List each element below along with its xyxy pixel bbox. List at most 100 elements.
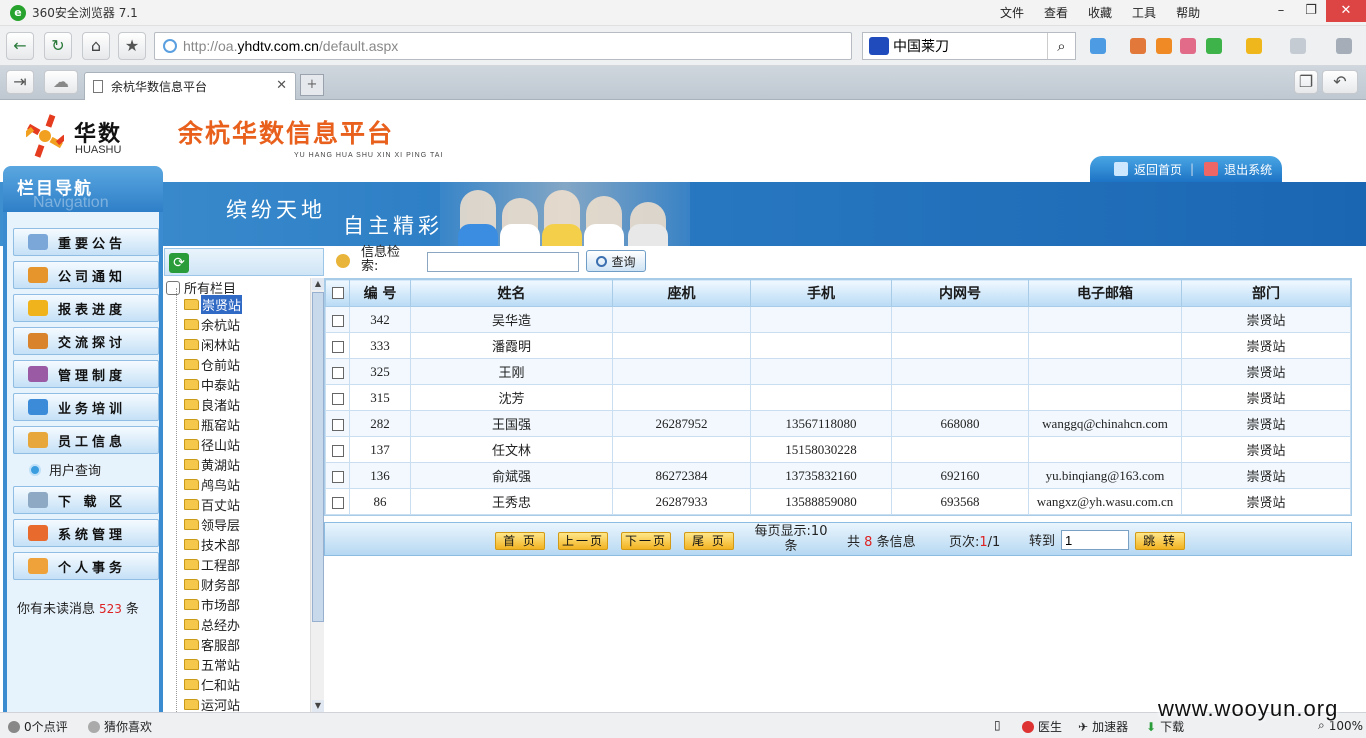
- menu-file[interactable]: 文件: [1000, 4, 1024, 21]
- table-row[interactable]: 86 王秀忠 26287933 13588859080 693568 wangx…: [325, 488, 1351, 515]
- home-icon[interactable]: ⌂: [82, 32, 110, 60]
- row-checkbox[interactable]: [325, 488, 350, 515]
- browser-search-query[interactable]: 中国莱刀: [893, 36, 949, 56]
- cell-name[interactable]: 吴华造: [410, 306, 613, 333]
- cell-name[interactable]: 沈芳: [410, 384, 613, 411]
- tree-node[interactable]: 运河站: [184, 694, 240, 712]
- browser-search-icon[interactable]: ⌕: [1047, 33, 1075, 59]
- cell-name[interactable]: 王刚: [410, 358, 613, 385]
- status-guess[interactable]: 猜你喜欢: [88, 718, 152, 735]
- table-row[interactable]: 136 俞斌强 86272384 13735832160 692160 yu.b…: [325, 462, 1351, 489]
- tree-node[interactable]: 财务部: [184, 574, 240, 594]
- tree-node[interactable]: 工程部: [184, 554, 240, 574]
- tree-node[interactable]: 仓前站: [184, 354, 240, 374]
- tabs-overview-icon[interactable]: ❐: [1294, 70, 1318, 94]
- unread-count[interactable]: 523: [99, 602, 122, 616]
- select-all-checkbox[interactable]: [325, 279, 350, 307]
- prev-page-button[interactable]: 上一页: [558, 532, 608, 550]
- calendar-icon[interactable]: [1130, 38, 1146, 54]
- nav-item-regulations[interactable]: 管理制度: [13, 360, 159, 388]
- flight-icon[interactable]: [1156, 38, 1172, 54]
- tree-node[interactable]: 黄湖站: [184, 454, 240, 474]
- sidebar-toggle-icon[interactable]: ⇥: [6, 70, 34, 94]
- nav-item-notices[interactable]: 公司通知: [13, 261, 159, 289]
- row-checkbox[interactable]: [325, 332, 350, 359]
- home-page-icon[interactable]: [1114, 162, 1128, 176]
- home-link[interactable]: 返回首页: [1134, 161, 1182, 178]
- tree-node[interactable]: 中泰站: [184, 374, 240, 394]
- unread-messages[interactable]: 你有未读消息 523 条: [17, 598, 139, 617]
- address-bar[interactable]: http://oa.yhdtv.com.cn/default.aspx: [154, 32, 852, 60]
- nav-item-training[interactable]: 业务培训: [13, 393, 159, 421]
- mail-icon[interactable]: [1180, 38, 1196, 54]
- status-accelerator[interactable]: ✈ 加速器: [1078, 718, 1128, 735]
- nav-item-discussion[interactable]: 交流探讨: [13, 327, 159, 355]
- first-page-button[interactable]: 首 页: [495, 532, 545, 550]
- last-page-button[interactable]: 尾 页: [684, 532, 734, 550]
- search-input[interactable]: [427, 252, 579, 272]
- row-checkbox[interactable]: [325, 462, 350, 489]
- column-header[interactable]: 手机: [750, 279, 892, 307]
- close-window-icon[interactable]: ✕: [1326, 0, 1366, 22]
- menu-tools[interactable]: 工具: [1132, 4, 1156, 21]
- tree-node[interactable]: 客服部: [184, 634, 240, 654]
- shield-icon[interactable]: [1206, 38, 1222, 54]
- minimize-icon[interactable]: –: [1266, 0, 1296, 22]
- scissors-icon[interactable]: [1336, 38, 1352, 54]
- tree-node[interactable]: 鸬鸟站: [184, 474, 240, 494]
- tree-node[interactable]: 仁和站: [184, 674, 240, 694]
- cell-name[interactable]: 俞斌强: [410, 462, 613, 489]
- tree-scrollbar[interactable]: ▲ ▼: [310, 278, 324, 712]
- tree-node[interactable]: 技术部: [184, 534, 240, 554]
- table-row[interactable]: 333 潘霞明 崇贤站: [325, 332, 1351, 359]
- row-checkbox[interactable]: [325, 436, 350, 463]
- restore-icon[interactable]: ❐: [1296, 0, 1326, 22]
- column-header[interactable]: 内网号: [891, 279, 1029, 307]
- table-row[interactable]: 315 沈芳 崇贤站: [325, 384, 1351, 411]
- logout-link[interactable]: 退出系统: [1224, 161, 1272, 178]
- cloud-icon[interactable]: ☁: [44, 70, 78, 94]
- nav-item-download[interactable]: 下 载 区: [13, 486, 159, 514]
- query-button[interactable]: 查询: [586, 250, 646, 272]
- tree-node[interactable]: 崇贤站: [184, 294, 243, 314]
- phone-icon[interactable]: ▯: [994, 718, 1001, 732]
- nav-item-system-admin[interactable]: 系统管理: [13, 519, 159, 547]
- cell-name[interactable]: 王秀忠: [410, 488, 613, 515]
- menu-help[interactable]: 帮助: [1176, 4, 1200, 21]
- column-header[interactable]: 座机: [612, 279, 751, 307]
- cell-name[interactable]: 潘霞明: [410, 332, 613, 359]
- tree-node[interactable]: 良渚站: [184, 394, 240, 414]
- row-checkbox[interactable]: [325, 306, 350, 333]
- goto-page-input[interactable]: [1061, 530, 1129, 550]
- status-reviews[interactable]: 0个点评: [8, 718, 68, 735]
- baidu-paw-icon[interactable]: [869, 37, 889, 55]
- url-text[interactable]: http://oa.yhdtv.com.cn/default.aspx: [183, 38, 398, 54]
- nav-item-staff-info[interactable]: 员工信息: [13, 426, 159, 454]
- row-checkbox[interactable]: [325, 410, 350, 437]
- tab-active[interactable]: 余杭华数信息平台 ✕: [84, 72, 296, 100]
- refresh-icon[interactable]: ↻: [44, 32, 72, 60]
- tree-node[interactable]: 余杭站: [184, 314, 240, 334]
- tree-node[interactable]: 径山站: [184, 434, 240, 454]
- status-doctor[interactable]: 医生: [1022, 718, 1062, 735]
- tree-node[interactable]: 总经办: [184, 614, 240, 634]
- goto-button[interactable]: 跳 转: [1135, 532, 1185, 550]
- tree-node[interactable]: 领导层: [184, 514, 240, 534]
- tab-title[interactable]: 余杭华数信息平台: [111, 78, 207, 95]
- apps-icon[interactable]: [1090, 38, 1106, 54]
- cell-name[interactable]: 任文林: [410, 436, 613, 463]
- favorite-star-icon[interactable]: ★: [118, 32, 146, 60]
- tree-node[interactable]: 五常站: [184, 654, 240, 674]
- row-checkbox[interactable]: [325, 358, 350, 385]
- logout-icon[interactable]: [1204, 162, 1219, 176]
- column-header[interactable]: 姓名: [410, 279, 613, 307]
- puzzle-icon[interactable]: [1246, 38, 1262, 54]
- nav-item-reports[interactable]: 报表进度: [13, 294, 159, 322]
- back-icon[interactable]: ←: [6, 32, 34, 60]
- column-header[interactable]: 电子邮箱: [1028, 279, 1182, 307]
- browser-search-box[interactable]: 中国莱刀 ⌕: [862, 32, 1076, 60]
- screenshot-icon[interactable]: [1290, 38, 1306, 54]
- tree-refresh-icon[interactable]: ⟳: [169, 253, 189, 273]
- column-header[interactable]: 编 号: [349, 279, 411, 307]
- scrollbar-thumb[interactable]: [312, 292, 324, 622]
